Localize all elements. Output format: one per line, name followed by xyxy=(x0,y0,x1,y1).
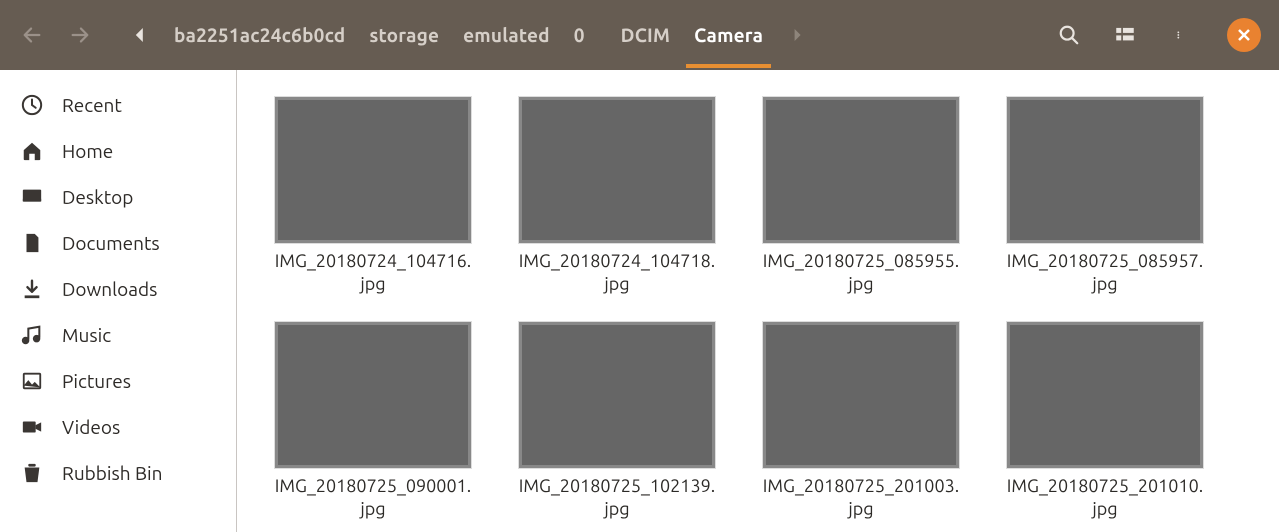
breadcrumb-segment[interactable]: storage xyxy=(357,16,451,54)
toolbar: ba2251ac24c6b0cd storage emulated 0 DCIM… xyxy=(0,0,1279,70)
sidebar-item-label: Home xyxy=(62,140,113,162)
videos-icon xyxy=(20,415,44,439)
file-name: IMG_20180725_201003. jpg xyxy=(763,475,959,522)
file-item[interactable]: IMG_20180724_104716. jpg xyxy=(273,96,473,297)
file-item[interactable]: IMG_20180725_090001. jpg xyxy=(273,321,473,522)
search-button[interactable] xyxy=(1041,11,1097,59)
file-name: IMG_20180724_104718. jpg xyxy=(519,250,715,297)
sidebar-item-downloads[interactable]: Downloads xyxy=(0,266,236,312)
file-thumbnail xyxy=(762,96,960,244)
sidebar-item-pictures[interactable]: Pictures xyxy=(0,358,236,404)
file-grid: IMG_20180724_104716. jpg IMG_20180724_104… xyxy=(237,70,1279,532)
file-name: IMG_20180724_104716. jpg xyxy=(275,250,471,297)
file-thumbnail xyxy=(1006,96,1204,244)
file-thumbnail xyxy=(518,321,716,469)
breadcrumb-segment-current[interactable]: Camera xyxy=(682,16,775,54)
sidebar-item-label: Pictures xyxy=(62,370,131,392)
places-sidebar: Recent Home Desktop Documents Downloads … xyxy=(0,70,237,532)
breadcrumb-segment[interactable]: ba2251ac24c6b0cd xyxy=(162,16,357,54)
sidebar-item-label: Music xyxy=(62,324,111,346)
sidebar-item-trash[interactable]: Rubbish Bin xyxy=(0,450,236,496)
view-list-button[interactable] xyxy=(1097,11,1153,59)
nav-back-button[interactable] xyxy=(8,11,56,59)
documents-icon xyxy=(20,231,44,255)
sidebar-item-label: Downloads xyxy=(62,278,157,300)
trash-icon xyxy=(20,461,44,485)
menu-button[interactable] xyxy=(1153,11,1209,59)
file-item[interactable]: IMG_20180725_085955. jpg xyxy=(761,96,961,297)
sidebar-item-label: Documents xyxy=(62,232,160,254)
file-thumbnail xyxy=(518,96,716,244)
path-history-forward-button[interactable] xyxy=(781,11,813,59)
sidebar-item-videos[interactable]: Videos xyxy=(0,404,236,450)
nav-forward-button[interactable] xyxy=(56,11,104,59)
file-thumbnail xyxy=(274,96,472,244)
file-thumbnail xyxy=(762,321,960,469)
sidebar-item-documents[interactable]: Documents xyxy=(0,220,236,266)
downloads-icon xyxy=(20,277,44,301)
home-icon xyxy=(20,139,44,163)
file-thumbnail xyxy=(274,321,472,469)
file-item[interactable]: IMG_20180725_085957. jpg xyxy=(1005,96,1205,297)
breadcrumb-segment[interactable]: DCIM xyxy=(609,16,682,54)
file-name: IMG_20180725_085957. jpg xyxy=(1007,250,1203,297)
file-name: IMG_20180725_102139. jpg xyxy=(519,475,715,522)
desktop-icon xyxy=(20,185,44,209)
breadcrumb-segment[interactable]: 0 xyxy=(562,16,597,54)
file-item[interactable]: IMG_20180724_104718. jpg xyxy=(517,96,717,297)
file-name: IMG_20180725_201010. jpg xyxy=(1007,475,1203,522)
breadcrumb-segment[interactable]: emulated xyxy=(451,16,562,54)
sidebar-item-label: Videos xyxy=(62,416,120,438)
file-name: IMG_20180725_090001. jpg xyxy=(275,475,471,522)
path-history-back-button[interactable] xyxy=(122,11,158,59)
close-button[interactable] xyxy=(1227,18,1261,52)
sidebar-item-music[interactable]: Music xyxy=(0,312,236,358)
file-item[interactable]: IMG_20180725_102139. jpg xyxy=(517,321,717,522)
sidebar-item-home[interactable]: Home xyxy=(0,128,236,174)
sidebar-item-label: Desktop xyxy=(62,186,133,208)
music-icon xyxy=(20,323,44,347)
sidebar-item-recent[interactable]: Recent xyxy=(0,82,236,128)
sidebar-item-label: Rubbish Bin xyxy=(62,462,163,484)
pictures-icon xyxy=(20,369,44,393)
sidebar-item-desktop[interactable]: Desktop xyxy=(0,174,236,220)
file-name: IMG_20180725_085955. jpg xyxy=(763,250,959,297)
clock-icon xyxy=(20,93,44,117)
sidebar-item-label: Recent xyxy=(62,94,122,116)
file-thumbnail xyxy=(1006,321,1204,469)
breadcrumb: ba2251ac24c6b0cd storage emulated 0 DCIM… xyxy=(162,16,775,54)
file-item[interactable]: IMG_20180725_201003. jpg xyxy=(761,321,961,522)
file-item[interactable]: IMG_20180725_201010. jpg xyxy=(1005,321,1205,522)
